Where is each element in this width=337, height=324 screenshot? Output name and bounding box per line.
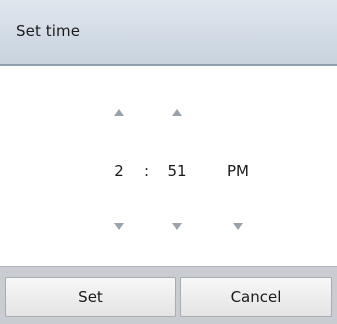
- minute-increment-icon[interactable]: [165, 104, 189, 120]
- dialog-button-bar: Set Cancel: [0, 266, 337, 324]
- hour-decrement-icon[interactable]: [107, 218, 131, 234]
- minute-value[interactable]: 51: [161, 162, 193, 180]
- ampm-toggle-icon[interactable]: [226, 218, 250, 234]
- ampm-value[interactable]: PM: [220, 162, 256, 180]
- dialog-title-bar: Set time: [0, 0, 337, 66]
- minute-decrement-icon[interactable]: [165, 218, 189, 234]
- set-time-dialog: Set time 2 : 51 PM Set Cancel: [0, 0, 337, 324]
- time-picker: 2 : 51 PM: [0, 66, 337, 266]
- hour-value[interactable]: 2: [105, 162, 133, 180]
- cancel-button[interactable]: Cancel: [180, 277, 332, 317]
- hour-increment-icon[interactable]: [107, 104, 131, 120]
- dialog-title: Set time: [16, 22, 81, 40]
- time-separator: :: [144, 162, 150, 180]
- set-button[interactable]: Set: [5, 277, 176, 317]
